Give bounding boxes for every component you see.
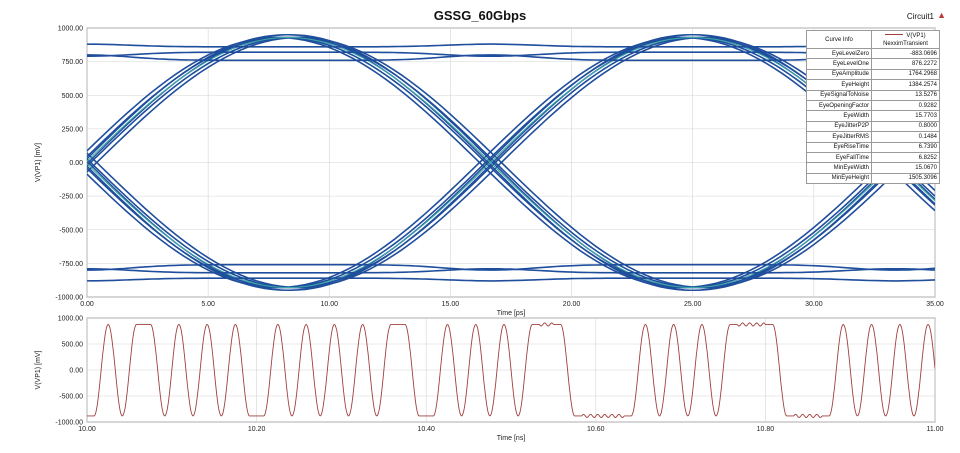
info-value: 15.7703 — [871, 110, 940, 122]
info-key: EyeLevelOne — [806, 58, 872, 70]
info-key: EyeLevelZero — [806, 47, 872, 60]
info-key: EyeJitterRMS — [806, 131, 872, 143]
y-tick-label: -1000.00 — [55, 420, 83, 427]
x-tick-label: 10.80 — [757, 426, 775, 433]
info-value: 15.0670 — [871, 162, 940, 174]
y-tick-label: 1000.00 — [58, 316, 83, 323]
info-value: 876.2272 — [871, 58, 940, 70]
info-row: MinEyeWidth 15.0670 — [806, 162, 940, 174]
x-tick-label: 30.00 — [805, 301, 823, 308]
info-value: -883.0696 — [871, 47, 940, 60]
info-value: 0.9282 — [871, 99, 940, 112]
info-value: 1384.2574 — [871, 79, 940, 91]
info-value: 13.5276 — [871, 89, 940, 101]
y-tick-label: -500.00 — [59, 394, 83, 401]
x-tick-label: 15.00 — [442, 301, 460, 308]
x-tick-label: 35.00 — [926, 301, 944, 308]
curve-info-table: Curve Info V(VP1) NexximTransient EyeLev… — [806, 30, 940, 185]
info-value: 6.7390 — [871, 141, 940, 153]
x-tick-label: 0.00 — [80, 301, 94, 308]
y-axis-label: V(VP1) [mV] — [35, 143, 42, 182]
chart-window: GSSG_60Gbps Circuit1 ▲ 0.00 5.00 10.00 15.0… — [0, 0, 960, 453]
x-axis-label: Time [ns] — [497, 435, 526, 442]
info-row: EyeJitterRMS 0.1484 — [806, 131, 940, 143]
y-tick-label: 1000.00 — [58, 26, 83, 33]
transient-plot: 10.00 10.20 10.40 10.60 10.80 11.00 1000.00 500… — [35, 316, 944, 443]
info-key: EyeHeight — [806, 79, 872, 91]
info-key: EyeRiseTime — [806, 141, 872, 153]
info-value: 0.1484 — [871, 131, 940, 143]
info-key: EyeFallTime — [806, 151, 872, 164]
y-tick-label: 500.00 — [62, 93, 84, 100]
y-tick-label: -750.00 — [59, 261, 83, 268]
legend-swatch — [885, 34, 904, 36]
x-tick-label: 10.00 — [321, 301, 339, 308]
x-tick-label: 10.00 — [78, 426, 96, 433]
info-key: EyeJitterP2P — [806, 120, 872, 133]
curve-info-header: Curve Info — [806, 30, 872, 49]
info-row: EyeOpeningFactor 0.9282 — [806, 99, 940, 112]
x-axis-label: Time [ps] — [497, 310, 526, 317]
y-tick-label: -250.00 — [59, 194, 83, 201]
info-row: EyeLevelOne 876.2272 — [806, 58, 940, 70]
info-row: EyeWidth 15.7703 — [806, 110, 940, 122]
x-tick-label: 5.00 — [201, 301, 215, 308]
info-value: 1764.2968 — [871, 68, 940, 81]
info-value: 0.8000 — [871, 120, 940, 133]
info-key: EyeWidth — [806, 110, 872, 122]
info-key: EyeAmplitude — [806, 68, 872, 81]
info-row: EyeJitterP2P 0.8000 — [806, 120, 940, 133]
y-tick-label: -1000.00 — [55, 295, 83, 302]
y-tick-label: 250.00 — [62, 126, 84, 133]
info-row: EyeAmplitude 1764.2968 — [806, 68, 940, 81]
x-tick-label: 10.60 — [587, 426, 605, 433]
info-row: EyeSignalToNoise 13.5276 — [806, 89, 940, 101]
x-tick-label: 20.00 — [563, 301, 581, 308]
info-key: MinEyeHeight — [806, 172, 872, 185]
info-value: 1505.3096 — [871, 172, 940, 185]
x-tick-label: 10.20 — [248, 426, 266, 433]
legend-sub: NexximTransient — [883, 40, 928, 47]
curve-info-rows: EyeLevelZero -883.0696 EyeLevelOne 876.2272… — [806, 47, 940, 185]
legend-cell[interactable]: V(VP1) NexximTransient — [871, 30, 940, 49]
info-row: EyeRiseTime 6.7390 — [806, 141, 940, 153]
info-value: 6.8252 — [871, 151, 940, 164]
legend-name: V(VP1) — [906, 32, 926, 39]
y-tick-label: 500.00 — [62, 342, 84, 349]
info-key: EyeSignalToNoise — [806, 89, 872, 101]
info-key: EyeOpeningFactor — [806, 99, 872, 112]
info-row: EyeLevelZero -883.0696 — [806, 47, 940, 60]
info-row: EyeFallTime 6.8252 — [806, 151, 940, 164]
y-axis-label: V(VP1) [mV] — [35, 351, 42, 390]
info-row: EyeHeight 1384.2574 — [806, 79, 940, 91]
info-row: MinEyeHeight 1505.3096 — [806, 172, 940, 185]
y-tick-label: -500.00 — [59, 227, 83, 234]
curve-info-header-row: Curve Info V(VP1) NexximTransient — [806, 30, 940, 49]
y-tick-label: 0.00 — [69, 368, 83, 375]
info-key: MinEyeWidth — [806, 162, 872, 174]
y-tick-label: 750.00 — [62, 59, 84, 66]
x-tick-label: 25.00 — [684, 301, 702, 308]
x-tick-label: 11.00 — [927, 426, 944, 433]
x-tick-label: 10.40 — [417, 426, 435, 433]
y-tick-label: 0.00 — [69, 160, 83, 167]
